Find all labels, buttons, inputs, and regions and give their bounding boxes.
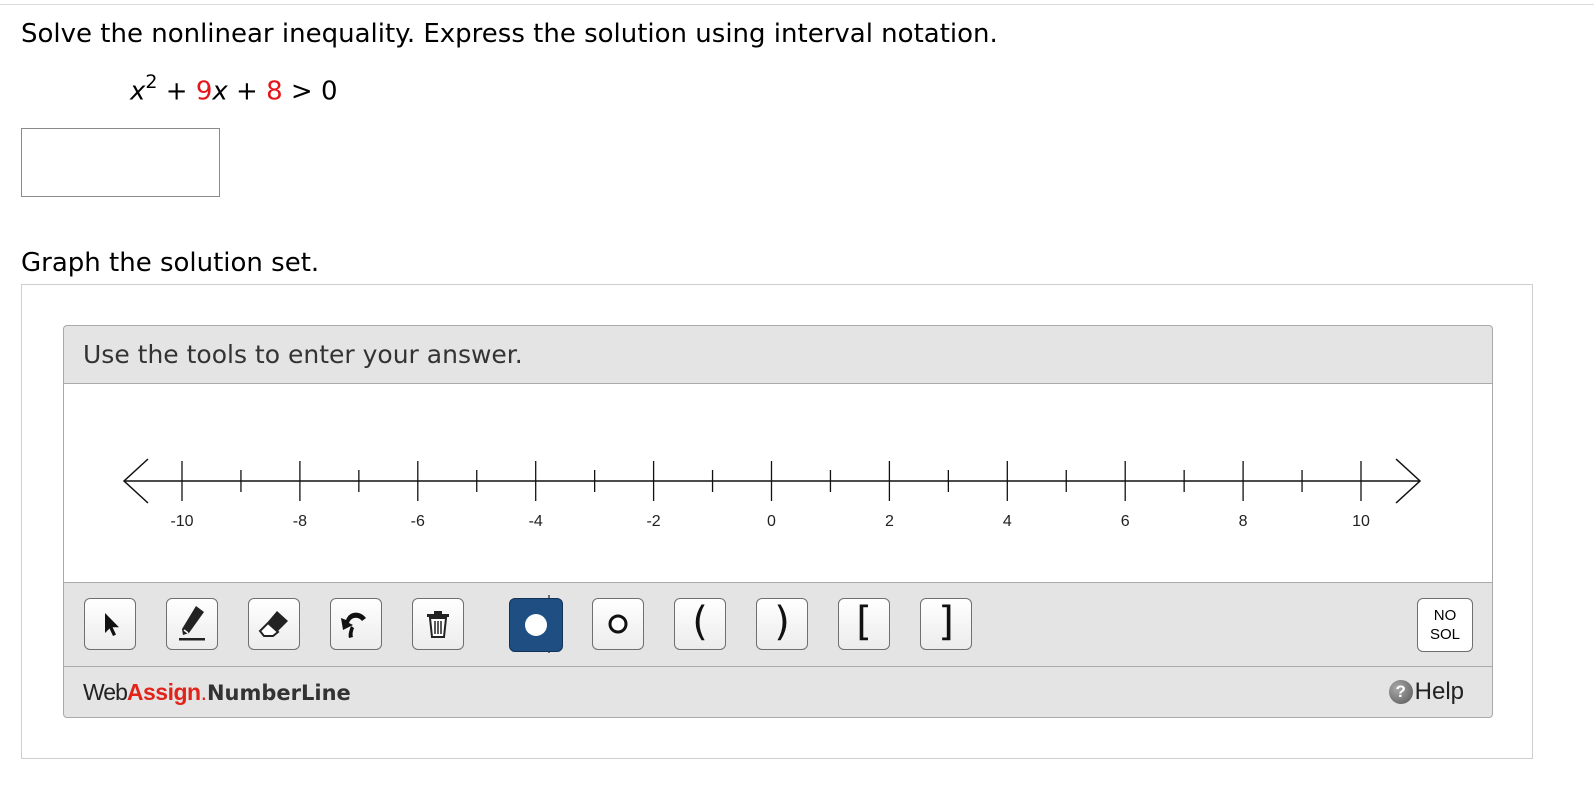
inequality-equation: x2 + 9x + 8 > 0 <box>130 71 338 107</box>
tick-label: -4 <box>529 513 543 530</box>
eq-plus-2: + <box>227 76 267 107</box>
tick-label: -10 <box>170 513 193 530</box>
eq-relation: > 0 <box>282 76 338 107</box>
brand-product: NumberLine <box>206 681 351 705</box>
interval-answer-input[interactable] <box>21 128 220 197</box>
numberline-plot-area[interactable]: -10 -8 -6 -4 -2 0 2 4 6 8 10 <box>64 384 1492 583</box>
tick-label: 8 <box>1239 513 1248 530</box>
brand-web: Web <box>83 679 128 705</box>
left-paren-tool-button[interactable]: ( <box>674 598 726 650</box>
pointer-tool-button[interactable] <box>84 598 136 650</box>
no-solution-line-1: NO <box>1433 607 1457 624</box>
open-left-paren-icon: ( <box>692 599 708 645</box>
tick-label: 2 <box>885 513 894 530</box>
left-bracket-tool-button[interactable]: [ <box>838 598 890 650</box>
tick-label: -6 <box>411 513 425 530</box>
graph-label: Graph the solution set. <box>21 248 320 278</box>
webassign-numberline-logo: WebAssign.NumberLine <box>83 679 351 706</box>
eq-coefficient: 9 <box>195 76 213 107</box>
help-label: Help <box>1414 678 1464 705</box>
help-icon: ? <box>1388 680 1413 704</box>
tool-bar: ( ) [ ] NO SOL <box>64 583 1492 667</box>
closed-point-tool-button[interactable] <box>509 598 563 652</box>
eq-variable-2: x <box>212 76 228 107</box>
undo-tool-button[interactable] <box>330 598 382 650</box>
eraser-tool-button[interactable] <box>248 598 300 650</box>
widget-instruction: Use the tools to enter your answer. <box>83 340 523 369</box>
eq-constant: 8 <box>266 76 283 107</box>
tick-label: -2 <box>646 513 660 530</box>
tick-label: -8 <box>293 513 307 530</box>
pencil-tool-button[interactable] <box>166 598 218 650</box>
eq-exponent: 2 <box>145 71 158 93</box>
undo-icon <box>341 612 366 638</box>
pointer-icon <box>105 613 119 636</box>
eq-plus-1: + <box>157 76 196 107</box>
open-point-tool-button[interactable] <box>592 598 644 650</box>
closed-right-bracket-icon: ] <box>938 599 954 645</box>
tick-label: 10 <box>1352 513 1370 530</box>
help-link[interactable]: ? Help <box>1388 678 1464 706</box>
question-prompt: Solve the nonlinear inequality. Express … <box>21 19 998 49</box>
no-solution-line-2: SOL <box>1429 626 1460 643</box>
numberline-svg[interactable]: -10 -8 -6 -4 -2 0 2 4 6 8 10 <box>64 384 1492 582</box>
tick-label: 6 <box>1121 513 1130 530</box>
closed-point-icon <box>525 614 547 636</box>
closed-left-bracket-icon: [ <box>856 599 872 645</box>
right-bracket-tool-button[interactable]: ] <box>920 598 972 650</box>
open-point-icon <box>608 614 628 634</box>
tick-label: 4 <box>1003 513 1012 530</box>
eq-variable: x <box>130 76 146 107</box>
right-paren-tool-button[interactable]: ) <box>756 598 808 650</box>
eraser-icon <box>258 611 288 637</box>
numberline-widget: Use the tools to enter your answer. -10-… <box>63 325 1493 718</box>
tick-label: 0 <box>767 513 776 530</box>
brand-assign: Assign <box>126 679 201 705</box>
delete-tool-button[interactable] <box>412 598 464 650</box>
no-solution-button[interactable]: NO SOL <box>1417 598 1473 652</box>
widget-footer: WebAssign.NumberLine ? Help <box>64 667 1492 717</box>
top-divider <box>0 4 1594 5</box>
trash-icon <box>427 611 449 638</box>
pencil-icon <box>179 606 205 641</box>
open-right-paren-icon: ) <box>774 599 790 645</box>
widget-header: Use the tools to enter your answer. <box>64 326 1492 384</box>
